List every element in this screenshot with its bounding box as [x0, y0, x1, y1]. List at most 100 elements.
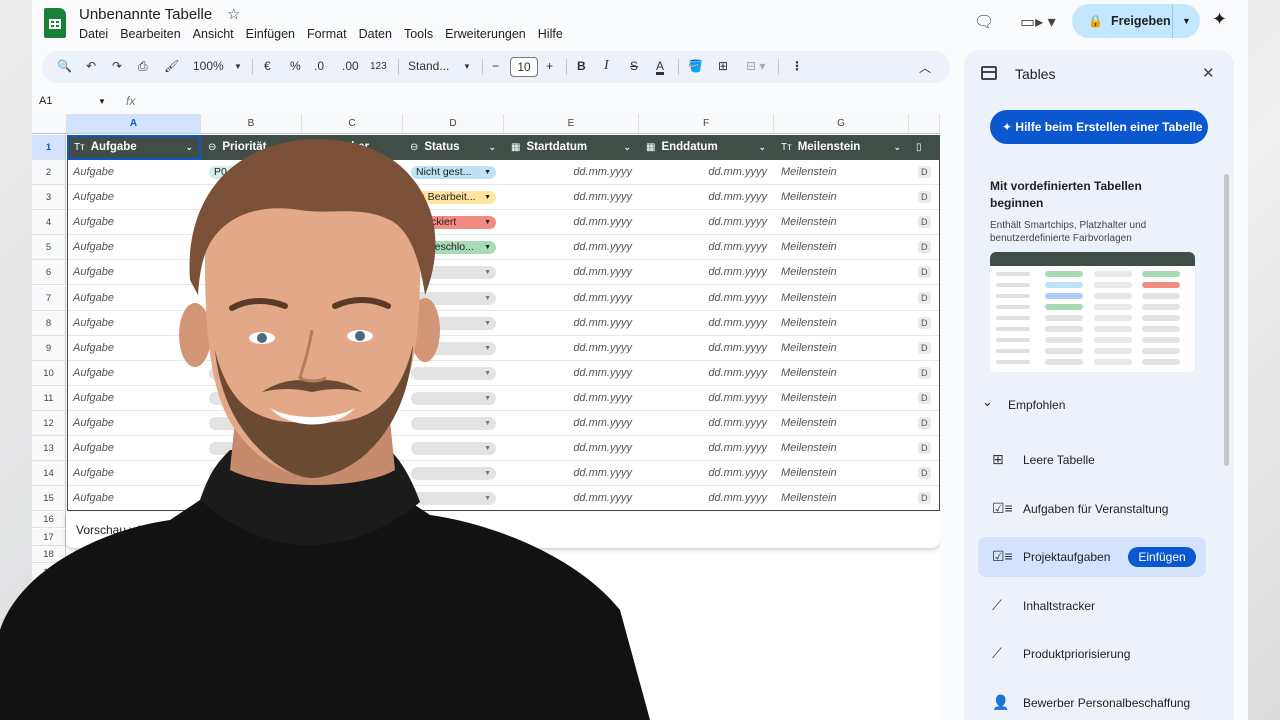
- cell-meilenstein[interactable]: Meilenstein: [781, 336, 901, 361]
- fill-color-icon[interactable]: 🪣: [688, 59, 703, 73]
- thumbnail-chip: [1045, 271, 1083, 277]
- font-size-decrease-button[interactable]: −: [492, 59, 499, 73]
- menu-item-datei[interactable]: Datei: [79, 27, 108, 41]
- italic-button[interactable]: I: [604, 58, 609, 74]
- document-chip[interactable]: D: [918, 417, 931, 429]
- paint-format-icon[interactable]: 🖌: [164, 59, 179, 73]
- document-chip[interactable]: D: [918, 316, 931, 329]
- increase-decimal-button[interactable]: .00: [342, 59, 359, 73]
- cell-meilenstein[interactable]: Meilenstein: [781, 286, 901, 311]
- panel-title: Tables: [1015, 66, 1056, 82]
- cell-meilenstein[interactable]: Meilenstein: [781, 386, 901, 411]
- table-header-meilenstein[interactable]: Tт Meilenstein ⌄: [774, 135, 909, 160]
- meet-icon[interactable]: ▭▸ ▾: [1020, 12, 1056, 32]
- cell-meilenstein[interactable]: Meilenstein: [781, 361, 901, 386]
- chevron-down-icon[interactable]: ⌄: [758, 135, 766, 160]
- thumbnail-chip: [1142, 348, 1180, 354]
- help-create-table-button[interactable]: ✦ Hilfe beim Erstellen einer Tabelle: [990, 110, 1208, 144]
- panel-scrollbar[interactable]: [1224, 174, 1229, 466]
- cell-meilenstein[interactable]: Meilenstein: [781, 160, 901, 185]
- predefined-tables-card[interactable]: Mit vordefinierten Tabellen beginnen Ent…: [980, 172, 1220, 382]
- print-icon[interactable]: ⎙: [138, 59, 148, 74]
- search-icon[interactable]: 🔍: [57, 59, 72, 73]
- cell-meilenstein[interactable]: Meilenstein: [781, 260, 901, 285]
- menu-item-hilfe[interactable]: Hilfe: [538, 27, 563, 41]
- menu-item-erweiterungen[interactable]: Erweiterungen: [445, 27, 526, 41]
- star-icon[interactable]: ☆: [227, 5, 240, 23]
- undo-icon[interactable]: ↶: [86, 59, 96, 73]
- close-icon[interactable]: ✕: [1202, 64, 1215, 82]
- insert-button[interactable]: Einfügen: [1128, 547, 1196, 567]
- cell-meilenstein[interactable]: Meilenstein: [781, 311, 901, 336]
- menu-item-ansicht[interactable]: Ansicht: [193, 27, 234, 41]
- cell-meilenstein[interactable]: Meilenstein: [781, 436, 901, 461]
- name-box[interactable]: A1: [39, 95, 52, 107]
- template-item[interactable]: ⟋ Produktpriorisierung: [978, 634, 1206, 674]
- menu-item-bearbeiten[interactable]: Bearbeiten: [120, 27, 180, 41]
- font-select[interactable]: Stand...: [408, 59, 449, 73]
- font-size-input[interactable]: 10: [510, 57, 538, 77]
- borders-icon[interactable]: ⊞: [718, 59, 728, 73]
- thumbnail-chip: [1094, 304, 1132, 310]
- chevron-down-icon[interactable]: ⌄: [982, 394, 993, 410]
- document-chip[interactable]: D: [918, 442, 931, 455]
- document-chip[interactable]: D: [918, 291, 931, 304]
- zoom-select[interactable]: 100%: [193, 59, 224, 73]
- bold-button[interactable]: B: [577, 59, 586, 73]
- template-item[interactable]: ☑≡ Projektaufgaben Einfügen: [978, 537, 1206, 577]
- template-item[interactable]: 👤 Bewerber Personalbeschaffung: [978, 683, 1206, 720]
- cell-meilenstein[interactable]: Meilenstein: [781, 210, 901, 235]
- menu-item-einfuegen[interactable]: Einfügen: [246, 27, 295, 41]
- document-chip[interactable]: D: [918, 266, 931, 279]
- cell-meilenstein[interactable]: Meilenstein: [781, 235, 901, 260]
- redo-icon[interactable]: ↷: [112, 59, 122, 73]
- menu-bar: Datei Bearbeiten Ansicht Einfügen Format…: [79, 27, 563, 41]
- sheets-logo-icon[interactable]: [44, 8, 66, 38]
- collapse-toolbar-icon[interactable]: ︿: [919, 59, 931, 76]
- document-chip[interactable]: D: [918, 467, 931, 480]
- template-item[interactable]: ⊞ Leere Tabelle: [978, 440, 1206, 480]
- document-chip[interactable]: D: [918, 366, 931, 379]
- document-chip[interactable]: D: [918, 241, 931, 254]
- document-chip[interactable]: D: [918, 341, 931, 354]
- percent-button[interactable]: %: [290, 59, 301, 73]
- more-options-icon[interactable]: ⋮: [791, 59, 803, 73]
- document-chip[interactable]: D: [918, 191, 931, 204]
- thumbnail-chip: [1094, 326, 1132, 332]
- number-format-button[interactable]: 123: [370, 61, 387, 72]
- table-header-doc[interactable]: ▯: [909, 135, 940, 160]
- share-dropdown-icon[interactable]: ▼: [1172, 4, 1200, 38]
- comments-icon[interactable]: 🗨: [974, 12, 994, 32]
- cell-meilenstein[interactable]: Meilenstein: [781, 461, 901, 486]
- section-empfohlen[interactable]: Empfohlen: [1008, 398, 1065, 412]
- text-color-button[interactable]: A: [656, 59, 664, 73]
- document-chip[interactable]: D: [918, 492, 931, 505]
- zoom-chevron-icon[interactable]: ▼: [234, 62, 242, 71]
- column-header-h[interactable]: [909, 114, 940, 134]
- decrease-decimal-button[interactable]: .0: [314, 59, 324, 73]
- menu-item-format[interactable]: Format: [307, 27, 347, 41]
- template-item[interactable]: ☑≡ Aufgaben für Veranstaltung: [978, 489, 1206, 529]
- menu-item-daten[interactable]: Daten: [359, 27, 392, 41]
- document-title[interactable]: Unbenannte Tabelle: [79, 6, 212, 23]
- gemini-icon[interactable]: ✦: [1212, 9, 1227, 30]
- merge-cells-icon[interactable]: ⊟ ▾: [746, 59, 765, 73]
- font-size-increase-button[interactable]: +: [546, 59, 553, 73]
- template-item[interactable]: ⟋ Inhaltstracker: [978, 586, 1206, 626]
- chevron-down-icon[interactable]: ⌄: [893, 135, 901, 160]
- strikethrough-button[interactable]: S: [630, 59, 638, 73]
- menu-item-tools[interactable]: Tools: [404, 27, 433, 41]
- cell-meilenstein[interactable]: Meilenstein: [781, 411, 901, 436]
- cell-meilenstein[interactable]: Meilenstein: [781, 486, 901, 511]
- document-chip[interactable]: D: [918, 216, 931, 229]
- font-chevron-icon[interactable]: ▼: [463, 62, 471, 71]
- document-chip[interactable]: D: [918, 166, 931, 178]
- column-header-g[interactable]: G: [774, 114, 909, 134]
- document-chip[interactable]: D: [918, 391, 931, 404]
- currency-button[interactable]: €: [264, 59, 271, 73]
- thumbnail-chip: [1094, 337, 1132, 343]
- help-create-table-label: Hilfe beim Erstellen einer Tabelle: [1015, 120, 1203, 134]
- cell-meilenstein[interactable]: Meilenstein: [781, 185, 901, 210]
- share-button[interactable]: 🔒 Freigeben ▼: [1072, 4, 1200, 38]
- name-box-chevron-icon[interactable]: ▼: [98, 97, 106, 106]
